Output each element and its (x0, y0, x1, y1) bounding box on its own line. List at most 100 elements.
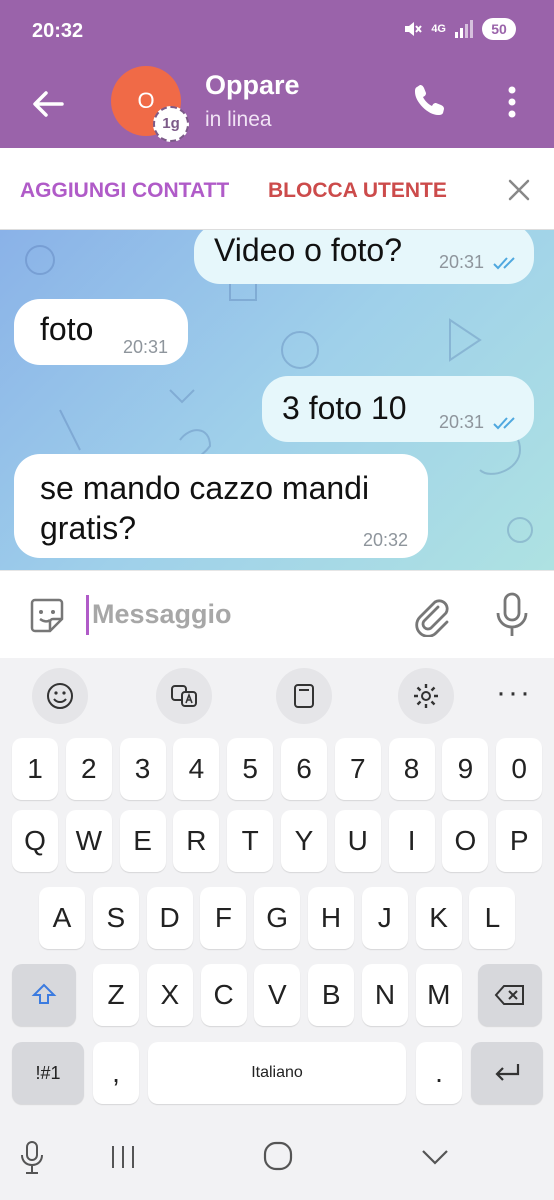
recents-icon[interactable] (108, 1144, 138, 1170)
message-bubble-outgoing[interactable]: Video o foto? 20:31 (194, 230, 534, 284)
message-time: 20:32 (362, 530, 408, 550)
phone-icon[interactable] (410, 80, 450, 120)
key-v[interactable]: V (254, 964, 301, 1026)
sticker-icon[interactable] (26, 595, 68, 637)
message-bubble-incoming[interactable]: foto 20:31 (14, 299, 188, 365)
message-meta: 20:31 (123, 337, 168, 358)
overflow-menu-icon[interactable] (497, 82, 527, 122)
more-options-icon[interactable]: ··· (496, 676, 532, 710)
gear-icon (414, 684, 438, 708)
enter-icon (495, 1064, 520, 1081)
symbols-key[interactable]: !#1 (12, 1042, 84, 1104)
message-time: 20:31 (438, 412, 484, 432)
key-x[interactable]: X (146, 964, 193, 1026)
chat-area[interactable]: Video o foto? 20:31 foto 20:31 3 foto 10… (0, 230, 554, 570)
key-t[interactable]: T (227, 810, 274, 872)
key-f[interactable]: F (200, 887, 247, 949)
key-3[interactable]: 3 (119, 738, 166, 800)
backspace-icon (494, 985, 524, 1005)
back-arrow-icon[interactable] (28, 84, 68, 124)
smiley-icon (47, 683, 73, 709)
key-1[interactable]: 1 (12, 738, 58, 800)
key-e[interactable]: E (119, 810, 166, 872)
navigation-bar (0, 1118, 554, 1200)
shift-icon (31, 983, 57, 1004)
translate-button[interactable] (156, 668, 212, 724)
chat-header: O 1g Oppare in linea (0, 66, 554, 148)
message-text-line-1: se mando cazzo mandi (40, 470, 370, 506)
message-input[interactable]: Messaggio (92, 599, 232, 630)
key-7[interactable]: 7 (334, 738, 381, 800)
key-r[interactable]: R (173, 810, 220, 872)
contact-name[interactable]: Oppare (205, 70, 300, 101)
key-l[interactable]: L (469, 887, 516, 949)
microphone-icon[interactable] (492, 591, 532, 639)
battery-indicator: 50 (482, 18, 516, 40)
translate-icon (171, 685, 197, 707)
key-5[interactable]: 5 (227, 738, 274, 800)
message-bubble-outgoing[interactable]: 3 foto 10 20:31 (262, 376, 534, 442)
key-z[interactable]: Z (93, 964, 139, 1026)
key-m[interactable]: M (415, 964, 462, 1026)
key-s[interactable]: S (92, 887, 139, 949)
key-9[interactable]: 9 (442, 738, 489, 800)
message-text: 3 foto 10 (282, 390, 407, 426)
space-key[interactable]: Italiano (148, 1042, 406, 1104)
key-p[interactable]: P (496, 810, 543, 872)
key-a[interactable]: A (39, 887, 85, 949)
period-key[interactable]: . (416, 1042, 462, 1104)
key-o[interactable]: O (442, 810, 489, 872)
presence-status: in linea (205, 108, 272, 131)
message-meta: 20:31 (439, 412, 520, 433)
hide-keyboard-icon[interactable] (420, 1148, 450, 1166)
key-i[interactable]: I (388, 810, 435, 872)
status-time: 20:32 (32, 20, 84, 42)
message-bubble-incoming[interactable]: se mando cazzo mandi gratis? 20:32 (14, 454, 428, 558)
attach-icon[interactable] (408, 593, 452, 637)
keyboard-mic-icon[interactable] (18, 1140, 46, 1176)
key-2[interactable]: 2 (65, 738, 112, 800)
key-q[interactable]: Q (12, 810, 58, 872)
key-n[interactable]: N (362, 964, 408, 1026)
key-c[interactable]: C (200, 964, 247, 1026)
message-text: Video o foto? (214, 232, 403, 268)
text-cursor (86, 595, 89, 635)
key-8[interactable]: 8 (388, 738, 435, 800)
contact-action-bar: AGGIUNGI CONTATT BLOCCA UTENTE (0, 148, 554, 230)
shift-key[interactable] (12, 964, 76, 1026)
comma-key[interactable]: , (93, 1042, 139, 1104)
clipboard-button[interactable] (276, 668, 332, 724)
key-b[interactable]: B (308, 964, 355, 1026)
key-0[interactable]: 0 (496, 738, 543, 800)
message-text-line-2: gratis? (40, 510, 137, 546)
home-icon[interactable] (262, 1140, 294, 1172)
key-k[interactable]: K (415, 887, 462, 949)
auto-delete-badge: 1g (153, 106, 189, 142)
key-j[interactable]: J (361, 887, 408, 949)
block-user-button[interactable]: BLOCCA UTENTE (268, 179, 447, 203)
message-meta: 20:32 (363, 530, 408, 551)
keyboard: 1234567890 QWERTYUIOP ASDFGHJKL ZXCVBNM … (0, 732, 554, 1118)
emoji-button[interactable] (32, 668, 88, 724)
message-composer: Messaggio (0, 570, 554, 658)
key-6[interactable]: 6 (281, 738, 327, 800)
network-label: 4G (431, 23, 446, 35)
message-time: 20:31 (438, 252, 484, 272)
key-y[interactable]: Y (281, 810, 327, 872)
status-bar: 20:32 4G 50 (0, 0, 554, 66)
settings-button[interactable] (398, 668, 454, 724)
clipboard-icon (294, 684, 314, 708)
key-d[interactable]: D (146, 887, 193, 949)
key-4[interactable]: 4 (173, 738, 220, 800)
close-icon[interactable] (505, 176, 533, 204)
backspace-key[interactable] (478, 964, 542, 1026)
key-u[interactable]: U (334, 810, 381, 872)
status-icons: 4G 50 (403, 18, 516, 40)
message-text: foto (40, 311, 94, 347)
add-contact-button[interactable]: AGGIUNGI CONTATT (20, 179, 229, 203)
enter-key[interactable] (471, 1042, 543, 1104)
key-g[interactable]: G (254, 887, 301, 949)
key-w[interactable]: W (65, 810, 112, 872)
key-h[interactable]: H (308, 887, 354, 949)
mute-icon (405, 22, 423, 36)
